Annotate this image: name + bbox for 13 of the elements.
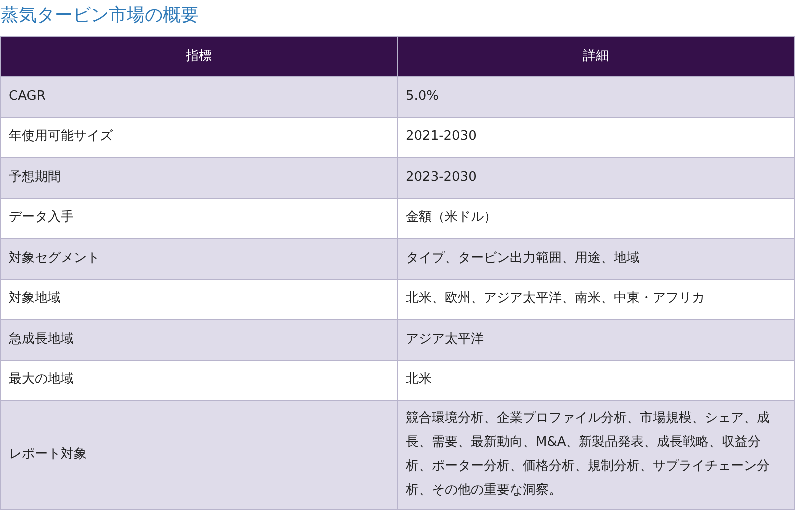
column-header: 詳細	[398, 36, 794, 76]
column-header: 指標	[0, 36, 398, 76]
section-title: 蒸気タービン市場の概要	[0, 4, 200, 28]
table-cell: 2023-2030	[398, 158, 794, 198]
table-cell: CAGR	[0, 76, 398, 117]
table-cell: 競合環境分析、企業プロファイル分析、市場規模、シェア、成長、需要、最新動向、M&A、新製品発表、成長戦略、収益分析、ポーター分析、価格分析、規制分析、サプライチェーン分析、その他の重要な洞察。	[398, 400, 794, 510]
table-cell: 5.0%	[398, 76, 794, 117]
table-cell: 対象セグメント	[0, 238, 398, 279]
table-cell: タイプ、タービン出力範囲、用途、地域	[398, 238, 794, 279]
table-cell: アジア太平洋	[398, 320, 794, 360]
table-cell: レポート対象	[0, 400, 398, 510]
table-cell: 予想期間	[0, 158, 398, 198]
table-cell: 急成長地域	[0, 320, 398, 360]
